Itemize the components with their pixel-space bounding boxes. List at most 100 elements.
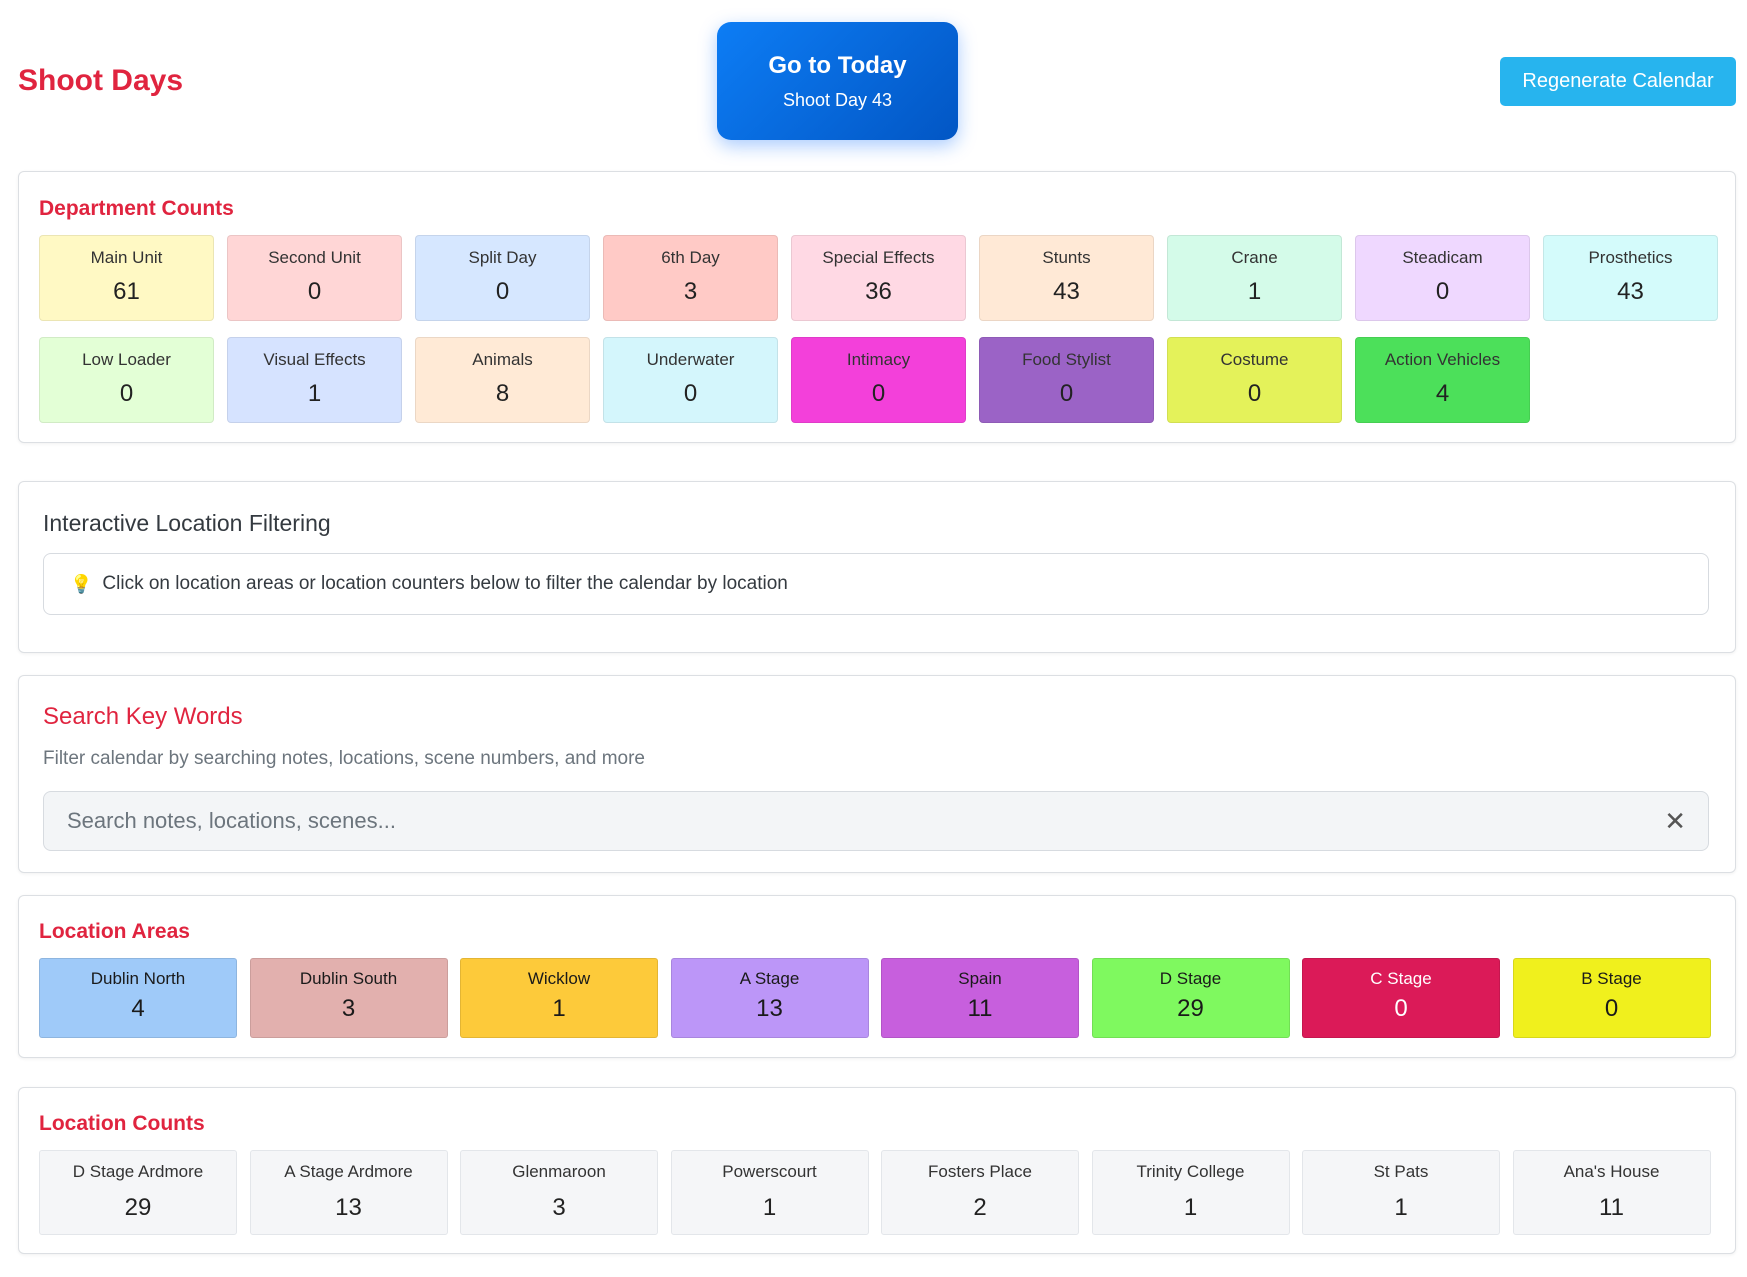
location-filtering-title: Interactive Location Filtering — [43, 510, 331, 536]
department-card-costume[interactable]: Costume 0 — [1167, 337, 1342, 423]
department-counts-grid: Main Unit 61 Second Unit 0 Split Day 0 6th Day… — [39, 235, 1718, 423]
department-card-low-loader[interactable]: Low Loader 0 — [39, 337, 214, 423]
department-card-label: Visual Effects — [263, 350, 366, 369]
location-count-card-d-stage-ardmore[interactable]: D Stage Ardmore 29 — [39, 1150, 237, 1235]
department-card-count: 43 — [1617, 278, 1644, 305]
clear-search-icon[interactable]: ✕ — [1664, 806, 1686, 837]
department-card-count: 8 — [495, 380, 510, 407]
location-area-label: C Stage — [1370, 969, 1432, 988]
department-card-second-unit[interactable]: Second Unit 0 — [227, 235, 402, 321]
location-area-label: Spain — [958, 969, 1002, 988]
department-card-label: Main Unit — [90, 248, 163, 267]
department-card-label: Low Loader — [82, 350, 171, 369]
location-area-card-spain[interactable]: Spain 11 — [881, 958, 1079, 1038]
department-card-label: Action Vehicles — [1384, 350, 1501, 369]
location-count-label: St Pats — [1373, 1162, 1429, 1181]
location-count-card-trinity-college[interactable]: Trinity College 1 — [1091, 1150, 1290, 1235]
department-card-count: 0 — [307, 278, 322, 305]
location-count-value: 1 — [762, 1194, 777, 1221]
department-card-label: Special Effects — [822, 248, 935, 267]
search-input[interactable] — [44, 792, 1644, 850]
department-card-action-vehicles[interactable]: Action Vehicles 4 — [1355, 337, 1530, 423]
department-card-count: 0 — [119, 380, 134, 407]
location-count-value: 1 — [1183, 1194, 1198, 1221]
department-card-intimacy[interactable]: Intimacy 0 — [791, 337, 966, 423]
department-card-animals[interactable]: Animals 8 — [415, 337, 590, 423]
department-card-prosthetics[interactable]: Prosthetics 43 — [1543, 235, 1718, 321]
department-card-count: 0 — [683, 380, 698, 407]
department-card-count: 4 — [1435, 380, 1450, 407]
location-area-card-d-stage[interactable]: D Stage 29 — [1091, 958, 1290, 1038]
location-count-card-a-stage-ardmore[interactable]: A Stage Ardmore 13 — [249, 1150, 448, 1235]
location-area-count: 0 — [1604, 995, 1619, 1022]
location-count-card-powerscourt[interactable]: Powerscourt 1 — [670, 1150, 869, 1235]
department-card-visual-effects[interactable]: Visual Effects 1 — [227, 337, 402, 423]
location-count-label: A Stage Ardmore — [284, 1162, 413, 1181]
location-count-value: 13 — [335, 1194, 362, 1221]
department-card-count: 0 — [1247, 380, 1262, 407]
location-filtering-panel: Interactive Location Filtering 💡 Click o… — [18, 481, 1736, 653]
location-area-count: 0 — [1394, 995, 1408, 1022]
department-card-count: 1 — [1247, 278, 1262, 305]
location-area-label: D Stage — [1159, 969, 1222, 988]
location-area-card-wicklow[interactable]: Wicklow 1 — [460, 958, 658, 1038]
location-count-value: 1 — [1394, 1194, 1408, 1221]
location-area-card-b-stage[interactable]: B Stage 0 — [1512, 958, 1711, 1038]
department-card-6th-day[interactable]: 6th Day 3 — [603, 235, 778, 321]
location-counts-panel: Location Counts D Stage Ardmore 29 A Stage… — [18, 1087, 1736, 1254]
search-panel: Search Key Words Filter calendar by sear… — [18, 675, 1736, 873]
regenerate-calendar-button[interactable]: Regenerate Calendar — [1500, 57, 1736, 106]
location-area-card-dublin-north[interactable]: Dublin North 4 — [39, 958, 237, 1038]
department-card-steadicam[interactable]: Steadicam 0 — [1355, 235, 1530, 321]
department-card-count: 43 — [1053, 278, 1080, 305]
location-area-card-a-stage[interactable]: A Stage 13 — [670, 958, 869, 1038]
department-card-special-effects[interactable]: Special Effects 36 — [791, 235, 966, 321]
department-card-count: 36 — [865, 278, 892, 305]
department-card-label: Intimacy — [846, 350, 911, 369]
location-count-value: 3 — [552, 1194, 566, 1221]
location-area-label: A Stage — [739, 969, 800, 988]
department-card-split-day[interactable]: Split Day 0 — [415, 235, 590, 321]
department-card-count: 1 — [307, 380, 322, 407]
department-card-label: Underwater — [646, 350, 735, 369]
department-card-label: Crane — [1231, 248, 1278, 267]
location-area-count: 11 — [967, 995, 993, 1022]
page-title: Shoot Days — [18, 64, 184, 97]
location-count-card-glenmaroon[interactable]: Glenmaroon 3 — [460, 1150, 658, 1235]
lightbulb-icon: 💡 — [70, 573, 93, 594]
location-count-card-fosters-place[interactable]: Fosters Place 2 — [881, 1150, 1079, 1235]
department-card-label: Animals — [472, 350, 533, 369]
location-area-count: 4 — [131, 995, 145, 1022]
location-area-count: 29 — [1177, 995, 1204, 1022]
department-card-underwater[interactable]: Underwater 0 — [603, 337, 778, 423]
location-count-card-st-pats[interactable]: St Pats 1 — [1302, 1150, 1500, 1235]
department-card-label: Costume — [1220, 350, 1289, 369]
location-area-card-c-stage[interactable]: C Stage 0 — [1302, 958, 1500, 1038]
go-to-today-button[interactable]: Go to Today Shoot Day 43 — [717, 22, 958, 140]
department-card-label: Stunts — [1042, 248, 1091, 267]
location-counts-title: Location Counts — [39, 1112, 205, 1135]
location-count-value: 29 — [124, 1194, 152, 1221]
location-count-label: Trinity College — [1136, 1162, 1245, 1181]
location-areas-title: Location Areas — [39, 920, 190, 943]
location-filtering-hint-text: Click on location areas or location coun… — [102, 573, 788, 594]
location-area-card-dublin-south[interactable]: Dublin South 3 — [249, 958, 448, 1038]
department-counts-title: Department Counts — [39, 197, 234, 220]
location-filtering-hint: 💡 Click on location areas or location co… — [43, 553, 1709, 615]
location-count-label: Fosters Place — [928, 1162, 1032, 1181]
current-shoot-day-label: Shoot Day 43 — [782, 89, 893, 110]
location-count-card-ana-s-house[interactable]: Ana's House 11 — [1512, 1150, 1711, 1235]
go-to-today-label: Go to Today — [768, 51, 907, 79]
location-count-label: D Stage Ardmore — [72, 1162, 204, 1181]
department-card-count: 0 — [495, 278, 510, 305]
department-card-food-stylist[interactable]: Food Stylist 0 — [979, 337, 1154, 423]
department-card-label: Second Unit — [268, 248, 361, 267]
location-count-label: Glenmaroon — [512, 1162, 606, 1181]
department-card-stunts[interactable]: Stunts 43 — [979, 235, 1154, 321]
location-count-label: Powerscourt — [722, 1162, 817, 1181]
location-areas-panel: Location Areas Dublin North 4 Dublin South… — [18, 895, 1736, 1058]
department-card-label: Split Day — [468, 248, 537, 267]
department-card-main-unit[interactable]: Main Unit 61 — [39, 235, 214, 321]
department-counts-panel: Department Counts Main Unit 61 Second Unit… — [18, 171, 1736, 443]
department-card-crane[interactable]: Crane 1 — [1167, 235, 1342, 321]
